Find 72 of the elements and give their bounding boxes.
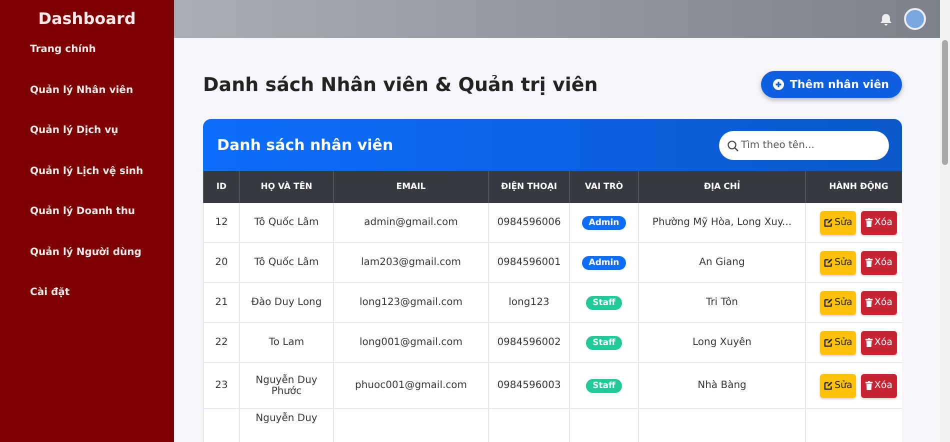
trash-icon xyxy=(865,381,874,390)
column-header: VAI TRÒ xyxy=(570,171,638,204)
edit-button[interactable]: Sửa xyxy=(820,374,856,398)
card-title: Danh sách nhân viên xyxy=(217,136,394,154)
table-cell: Tô Quốc Lâm xyxy=(240,242,334,283)
table-cell: 0984596001 xyxy=(488,242,570,283)
role-badge: Staff xyxy=(586,296,622,310)
delete-button[interactable]: Xóa xyxy=(861,290,897,315)
trash-icon xyxy=(865,298,874,308)
role-badge: Admin xyxy=(582,256,626,270)
edit-icon xyxy=(824,298,834,308)
search-field[interactable]: Tìm theo tên... xyxy=(719,130,889,160)
table-cell: 0984596006 xyxy=(488,203,570,243)
add-employee-button[interactable]: Thêm nhân viên xyxy=(760,71,902,98)
sidebar-item[interactable]: Quản lý Doanh thu xyxy=(28,205,138,219)
avatar[interactable] xyxy=(904,8,926,30)
table-cell: Đào Duy Long xyxy=(240,282,334,323)
table-cell: Phường Mỹ Hòa, Long Xuy... xyxy=(638,203,806,243)
sidebar-item[interactable]: Trang chính xyxy=(28,43,98,57)
edit-button[interactable]: Sửa xyxy=(820,290,856,315)
table-cell: admin@gmail.com xyxy=(334,203,488,243)
edit-icon xyxy=(824,338,834,348)
edit-button[interactable]: Sửa xyxy=(820,330,856,355)
table-cell: Tri Tôn xyxy=(638,282,806,323)
role-badge: Staff xyxy=(586,378,622,393)
trash-icon xyxy=(865,218,874,228)
bell-icon[interactable] xyxy=(880,12,892,26)
sidebar-item[interactable]: Cài đặt xyxy=(28,286,72,300)
table-cell: Nguyễn Duy Phước xyxy=(240,362,334,409)
sidebar-item[interactable]: Quản lý Nhân viên xyxy=(28,84,136,98)
edit-icon xyxy=(824,381,834,390)
table-cell: long123@gmail.com xyxy=(334,282,488,323)
table-cell: An Giang xyxy=(638,242,806,283)
column-header: EMAIL xyxy=(334,171,488,204)
delete-button[interactable]: Xóa xyxy=(861,210,897,235)
column-header: ĐIỆN THOẠI xyxy=(488,171,570,204)
trash-icon xyxy=(865,338,874,348)
sidebar-title: Dashboard xyxy=(37,8,137,30)
edit-icon xyxy=(824,218,834,228)
table-cell: lam203@gmail.com xyxy=(334,242,488,283)
table-cell: 20 xyxy=(204,242,240,283)
sidebar-item[interactable]: Quản lý Người dùng xyxy=(28,246,144,260)
table-cell: 0984596002 xyxy=(488,322,570,363)
table-cell: Tô Quốc Lâm xyxy=(240,203,334,243)
sidebar-item[interactable]: Quản lý Lịch vệ sinh xyxy=(28,164,146,178)
delete-button[interactable]: Xóa xyxy=(861,250,897,275)
table-cell: 12 xyxy=(204,203,240,243)
table-cell: long001@gmail.com xyxy=(334,322,488,363)
column-header: HÀNH ĐỘNG xyxy=(806,171,902,204)
column-header: ĐỊA CHỈ xyxy=(638,171,806,204)
edit-button[interactable]: Sửa xyxy=(820,210,856,235)
delete-button[interactable]: Xóa xyxy=(861,374,897,398)
plus-circle-icon xyxy=(772,79,784,90)
table-cell: Nhà Bàng xyxy=(638,362,806,409)
trash-icon xyxy=(865,258,874,268)
column-header: HỌ VÀ TÊN xyxy=(240,171,334,204)
role-badge: Staff xyxy=(586,336,622,350)
column-header: ID xyxy=(204,171,240,204)
edit-icon xyxy=(824,258,834,268)
table-cell: To Lam xyxy=(240,322,334,363)
table-cell: Long Xuyên xyxy=(638,322,806,363)
table-cell: 22 xyxy=(204,322,240,363)
table-cell: 0984596003 xyxy=(488,362,570,409)
delete-button[interactable]: Xóa xyxy=(861,330,897,355)
table-cell: long123 xyxy=(488,282,570,323)
page-title: Danh sách Nhân viên & Quản trị viên xyxy=(203,74,598,96)
table-cell: 23 xyxy=(204,362,240,409)
table-cell: 21 xyxy=(204,282,240,323)
sidebar-item[interactable]: Quản lý Dịch vụ xyxy=(28,124,120,138)
table-cell: phuoc001@gmail.com xyxy=(334,362,488,409)
edit-button[interactable]: Sửa xyxy=(820,250,856,275)
role-badge: Admin xyxy=(582,216,626,230)
